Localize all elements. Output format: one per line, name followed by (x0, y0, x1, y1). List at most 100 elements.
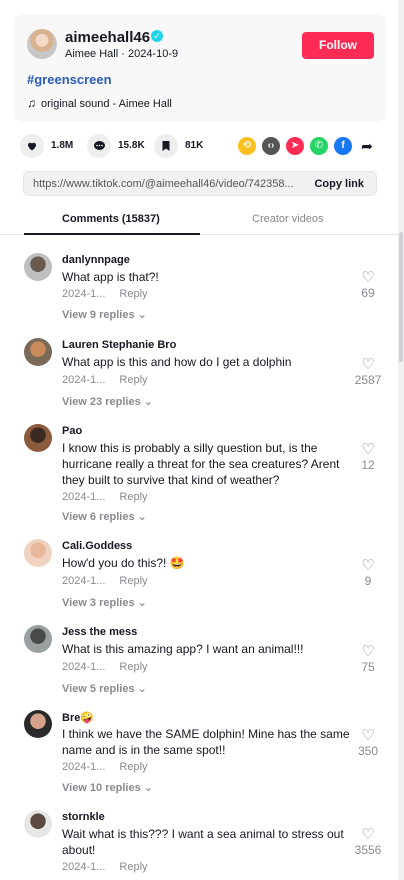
comment-like-count: 3556 (354, 843, 382, 857)
comment-like-count: 2587 (354, 373, 382, 387)
copy-link-button[interactable]: Copy link (314, 178, 364, 190)
comment-meta: 2024-1... Reply (62, 861, 148, 873)
view-replies-button[interactable]: View 6 replies ⌄ (62, 510, 147, 523)
comment-meta: 2024-1... Reply (62, 661, 148, 673)
whatsapp-icon[interactable]: ✆ (310, 137, 328, 155)
comment-date: 2024-1... (62, 861, 106, 873)
heart-outline-icon[interactable]: ♡ (352, 442, 384, 457)
music-note-icon: ♫ (27, 96, 36, 110)
reply-button[interactable]: Reply (119, 861, 147, 873)
video-url[interactable]: https://www.tiktok.com/@aimeehall46/vide… (33, 178, 293, 190)
hashtag-link[interactable]: #greenscreen (27, 72, 112, 87)
sound-link[interactable]: ♫ original sound - Aimee Hall (27, 96, 172, 110)
comment-text: What app is that?! (62, 270, 159, 284)
active-tab-indicator (24, 233, 200, 235)
comment-like[interactable]: ♡ 3556 (352, 827, 384, 857)
view-replies-button[interactable]: View 5 replies ⌄ (62, 682, 147, 695)
commenter-avatar[interactable] (24, 253, 52, 281)
comment-meta: 2024-1... Reply (62, 288, 148, 300)
comment-date: 2024-1... (62, 575, 106, 587)
reply-button[interactable]: Reply (119, 575, 147, 587)
share-arrow-icon[interactable]: ➦ (358, 137, 376, 155)
scrollbar-thumb[interactable] (399, 232, 403, 362)
commenter-avatar[interactable] (24, 810, 52, 838)
comment-like[interactable]: ♡ 9 (352, 558, 384, 588)
comment-like[interactable]: ♡ 350 (352, 728, 384, 758)
commenter-avatar[interactable] (24, 424, 52, 452)
heart-outline-icon[interactable]: ♡ (352, 728, 384, 743)
comment-meta: 2024-1... Reply (62, 761, 148, 773)
comment-meta: 2024-1... Reply (62, 575, 148, 587)
comment-date: 2024-1... (62, 761, 106, 773)
comment-text: How'd you do this?! 🤩 (62, 556, 185, 570)
follow-button[interactable]: Follow (302, 32, 374, 59)
repost-icon[interactable]: ⟲ (238, 137, 256, 155)
reply-button[interactable]: Reply (119, 661, 147, 673)
comment-date: 2024-1... (62, 491, 106, 503)
comment-count: 15.8K (118, 140, 145, 151)
comment-like-count: 9 (364, 574, 372, 588)
commenter-username[interactable]: Cali.Goddess (62, 540, 132, 552)
heart-outline-icon[interactable]: ♡ (352, 827, 384, 842)
tab-creator-videos[interactable]: Creator videos (252, 213, 324, 225)
comment-date: 2024-1... (62, 374, 106, 386)
video-link-box: https://www.tiktok.com/@aimeehall46/vide… (23, 171, 377, 196)
heart-outline-icon[interactable]: ♡ (352, 644, 384, 659)
commenter-avatar[interactable] (24, 338, 52, 366)
action-row: 1.8M 15.8K 81K ⟲ ‹› ➤ ✆ f ➦ (20, 134, 390, 158)
tabs: Comments (15837) Creator videos (0, 205, 400, 235)
view-replies-button[interactable]: View 10 replies ⌄ (62, 781, 153, 794)
view-replies-button[interactable]: View 23 replies ⌄ (62, 395, 153, 408)
comment-like-count: 69 (361, 286, 375, 300)
heart-outline-icon[interactable]: ♡ (352, 558, 384, 573)
save-count: 81K (185, 140, 204, 151)
commenter-avatar[interactable] (24, 710, 52, 738)
comment-like[interactable]: ♡ 2587 (352, 357, 384, 387)
comment-like-count: 350 (357, 744, 379, 758)
author-subline: Aimee Hall · 2024-10-9 (65, 48, 179, 60)
view-replies-button[interactable]: View 9 replies ⌄ (62, 308, 147, 321)
tab-comments[interactable]: Comments (15837) (62, 213, 160, 225)
author-username[interactable]: aimeehall46 (65, 29, 150, 46)
heart-outline-icon[interactable]: ♡ (352, 270, 384, 285)
commenter-username[interactable]: Lauren Stephanie Bro (62, 339, 176, 351)
post-info-card: aimeehall46 ✓ Aimee Hall · 2024-10-9 Fol… (14, 14, 386, 122)
facebook-icon[interactable]: f (334, 137, 352, 155)
reply-button[interactable]: Reply (119, 374, 147, 386)
comment-text: What is this amazing app? I want an anim… (62, 642, 304, 656)
bookmark-icon[interactable] (154, 134, 178, 158)
comment-text: I think we have the SAME dolphin! Mine h… (62, 727, 350, 757)
comment-icon[interactable] (87, 134, 111, 158)
send-icon[interactable]: ➤ (286, 137, 304, 155)
commenter-username[interactable]: Pao (62, 425, 82, 437)
commenter-username[interactable]: danlynnpage (62, 254, 130, 266)
heart-icon[interactable] (20, 134, 44, 158)
scrollbar[interactable] (398, 0, 404, 880)
commenter-username[interactable]: Jess the mess (62, 626, 137, 638)
comment-like[interactable]: ♡ 75 (352, 644, 384, 674)
comment-text: I know this is probably a silly question… (62, 441, 340, 487)
reply-button[interactable]: Reply (119, 491, 147, 503)
comment-date: 2024-1... (62, 288, 106, 300)
reply-button[interactable]: Reply (119, 288, 147, 300)
comment-text: Wait what is this??? I want a sea animal… (62, 827, 344, 857)
comment-meta: 2024-1... Reply (62, 374, 148, 386)
comment-like[interactable]: ♡ 69 (352, 270, 384, 300)
view-replies-button[interactable]: View 3 replies ⌄ (62, 596, 147, 609)
author-avatar[interactable] (27, 29, 57, 59)
comment-meta: 2024-1... Reply (62, 491, 148, 503)
reply-button[interactable]: Reply (119, 761, 147, 773)
commenter-username[interactable]: stornkle (62, 811, 105, 823)
commenter-avatar[interactable] (24, 539, 52, 567)
sound-label[interactable]: original sound - Aimee Hall (41, 98, 172, 110)
comment-like[interactable]: ♡ 12 (352, 442, 384, 472)
commenter-username[interactable]: Bre🤪 (62, 711, 94, 724)
comment-like-count: 12 (361, 458, 375, 472)
comment-text: What app is this and how do I get a dolp… (62, 355, 292, 369)
comment-like-count: 75 (361, 660, 375, 674)
comment-date: 2024-1... (62, 661, 106, 673)
verified-badge-icon: ✓ (151, 30, 163, 42)
commenter-avatar[interactable] (24, 625, 52, 653)
heart-outline-icon[interactable]: ♡ (352, 357, 384, 372)
embed-icon[interactable]: ‹› (262, 137, 280, 155)
